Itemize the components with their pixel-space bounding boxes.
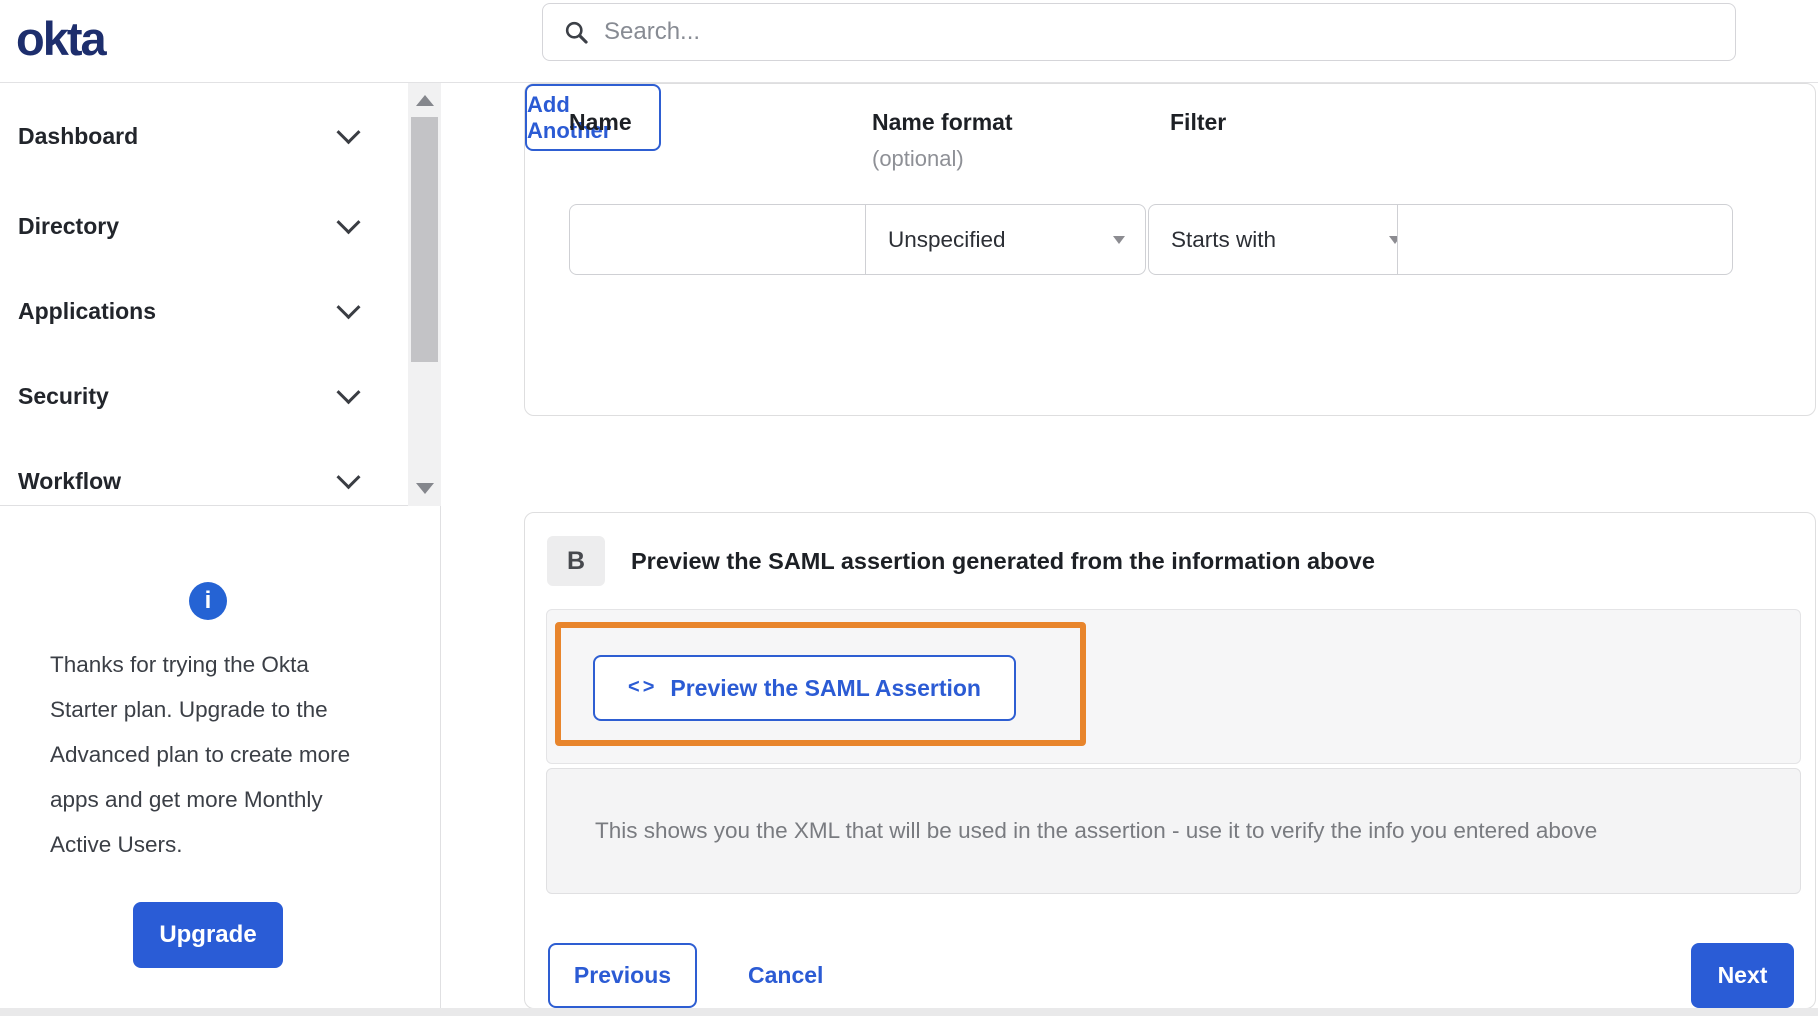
saml-preview-card: B Preview the SAML assertion generated f… xyxy=(524,512,1816,1009)
info-icon: i xyxy=(189,582,227,620)
next-button[interactable]: Next xyxy=(1691,943,1794,1008)
filter-type-select[interactable]: Starts with xyxy=(1148,204,1422,275)
sidebar-item-applications[interactable]: Applications xyxy=(18,294,363,328)
top-header: okta Search... xyxy=(0,0,1818,83)
filter-value-input[interactable] xyxy=(1397,204,1733,275)
sidebar-menu: Dashboard Directory Applications Securit… xyxy=(0,83,441,506)
search-placeholder: Search... xyxy=(604,18,701,45)
chevron-down-icon xyxy=(336,209,361,234)
scroll-up-icon[interactable] xyxy=(416,95,434,106)
name-format-optional-note: (optional) xyxy=(872,146,964,171)
chevron-down-icon xyxy=(336,119,361,144)
name-column-label: Name xyxy=(569,109,632,135)
search-icon xyxy=(565,21,588,44)
previous-button[interactable]: Previous xyxy=(548,943,697,1008)
sidebar-item-security[interactable]: Security xyxy=(18,379,363,413)
chevron-down-icon xyxy=(336,379,361,404)
attribute-name-input[interactable] xyxy=(569,204,900,275)
chevron-down-icon xyxy=(336,294,361,319)
scrollbar-thumb[interactable] xyxy=(411,117,438,362)
sidebar-item-directory[interactable]: Directory xyxy=(18,209,363,243)
trial-message: Thanks for trying the Okta Starter plan.… xyxy=(50,652,351,857)
okta-logo: okta xyxy=(16,12,107,65)
page-bottom-edge xyxy=(0,1008,1818,1016)
sidebar-item-workflow[interactable]: Workflow xyxy=(18,464,363,498)
preview-saml-assertion-button[interactable]: <> Preview the SAML Assertion xyxy=(593,655,1016,721)
attribute-statements-card: Name Name format (optional) Filter Unspe… xyxy=(524,83,1816,416)
name-format-select[interactable]: Unspecified xyxy=(865,204,1146,275)
name-format-column-label: Name format xyxy=(872,109,1013,135)
step-b-badge: B xyxy=(547,536,605,586)
upgrade-button[interactable]: Upgrade xyxy=(133,902,283,968)
scroll-down-icon[interactable] xyxy=(416,483,434,494)
sidebar-item-dashboard[interactable]: Dashboard xyxy=(18,119,363,153)
preview-section-heading: Preview the SAML assertion generated fro… xyxy=(631,547,1375,574)
filter-column-label: Filter xyxy=(1170,109,1227,135)
global-search-input[interactable]: Search... xyxy=(542,3,1736,61)
cancel-button[interactable]: Cancel xyxy=(748,943,823,1008)
code-icon: <> xyxy=(628,675,658,698)
preview-caption-text: This shows you the XML that will be used… xyxy=(595,818,1598,843)
sidebar-scrollbar[interactable] xyxy=(408,83,441,506)
dropdown-caret-icon xyxy=(1113,236,1125,244)
chevron-down-icon xyxy=(336,464,361,489)
preview-caption-panel: This shows you the XML that will be used… xyxy=(546,768,1801,894)
